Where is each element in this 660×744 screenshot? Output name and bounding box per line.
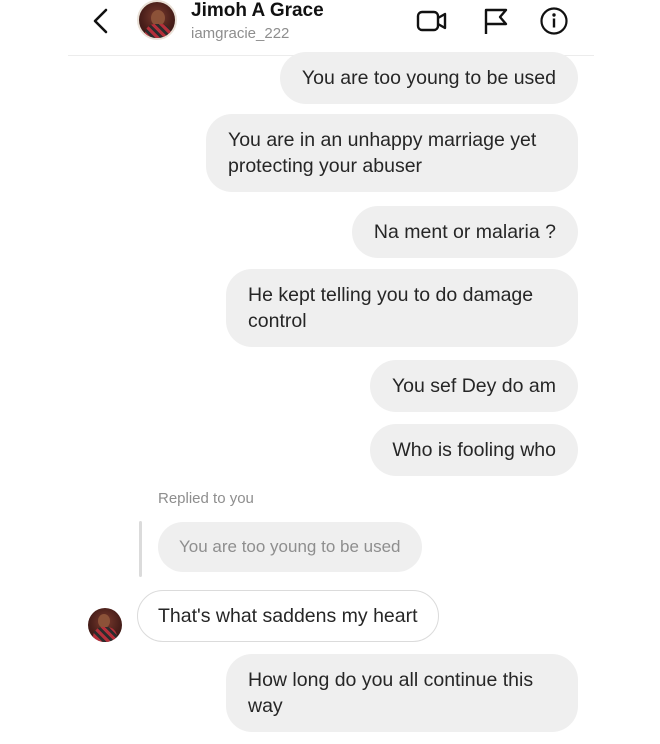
- message-bubble[interactable]: He kept telling you to do damage control: [226, 269, 578, 347]
- message-bubble[interactable]: You are too young to be used: [279, 52, 578, 104]
- message-bubble[interactable]: Who is fooling who: [370, 424, 578, 476]
- message-bubble[interactable]: You are in an unhappy marriage yet prote…: [206, 114, 578, 192]
- avatar[interactable]: [137, 0, 177, 40]
- quoted-message[interactable]: You are too young to be used: [158, 522, 422, 572]
- chat-header: Jimoh A Grace iamgracie_222: [0, 0, 660, 56]
- flag-icon[interactable]: [480, 6, 512, 36]
- message-bubble[interactable]: You sef Dey do am: [369, 360, 578, 412]
- incoming-message-bubble[interactable]: That's what saddens my heart: [137, 590, 439, 642]
- sender-avatar[interactable]: [88, 608, 122, 642]
- message-bubble[interactable]: How long do you all continue this way: [226, 654, 578, 732]
- video-call-icon[interactable]: [416, 6, 448, 36]
- back-icon[interactable]: [88, 6, 116, 36]
- message-bubble[interactable]: Na ment or malaria ?: [351, 206, 578, 258]
- info-icon[interactable]: [538, 6, 570, 36]
- replied-label: Replied to you: [158, 490, 254, 507]
- contact-username: iamgracie_222: [191, 25, 290, 42]
- contact-name[interactable]: Jimoh A Grace: [191, 0, 324, 22]
- reply-bar: [139, 521, 142, 577]
